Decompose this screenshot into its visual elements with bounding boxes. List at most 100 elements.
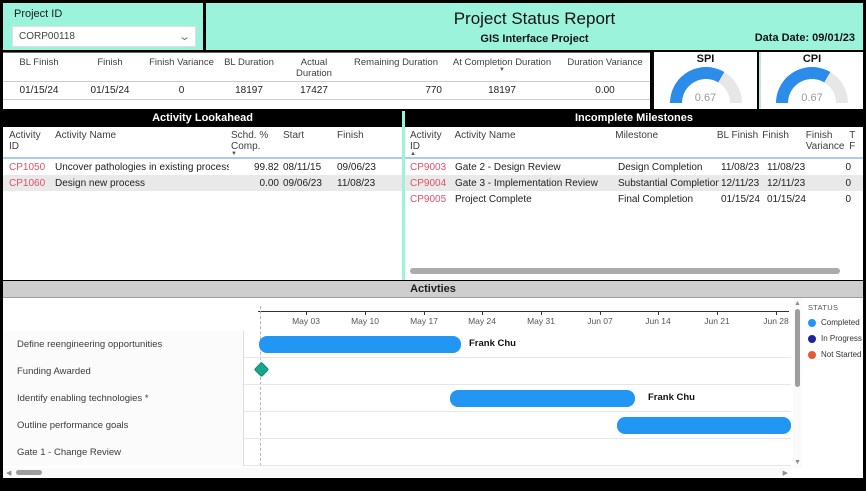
gantt-row: Identify enabling technologies * Frank C… <box>3 385 791 412</box>
horizontal-scroll-thumb[interactable] <box>16 470 42 475</box>
task-name[interactable]: Gate 1 - Change Review <box>3 439 244 466</box>
task-name[interactable]: Identify enabling technologies * <box>3 385 244 412</box>
summary-value-row: 01/15/24 01/15/24 0 18197 17427 770 1819… <box>3 82 650 100</box>
activity-id: CP9004 <box>410 177 447 189</box>
lookahead-col-start[interactable]: Start <box>281 130 335 141</box>
table-row[interactable]: CP9003 Gate 2 - Design Review Design Com… <box>405 159 863 175</box>
summary-col-finish-variance[interactable]: Finish Variance <box>145 53 218 81</box>
summary-col-finish[interactable]: Finish <box>75 53 145 81</box>
legend-item-in-progress[interactable]: In Progress <box>808 334 863 343</box>
axis-tick <box>424 311 425 315</box>
gantt-vertical-scrollbar[interactable]: ▲ ▼ <box>793 298 802 468</box>
axis-tick-label: May 10 <box>351 316 379 326</box>
scroll-down-icon[interactable]: ▼ <box>793 459 802 466</box>
milestones-horizontal-scrollbar[interactable] <box>410 268 840 274</box>
axis-tick-label: Jun 21 <box>704 316 730 326</box>
milestones-col-finish[interactable]: Finish <box>760 130 803 141</box>
legend-item-completed[interactable]: Completed <box>808 318 863 327</box>
page-title: Project Status Report <box>453 9 616 28</box>
start-date: 09/06/23 <box>283 177 322 189</box>
summary-col-actual-duration[interactable]: Actual Duration <box>280 53 348 81</box>
milestone-type: Substantial Completion <box>618 177 719 189</box>
gantt-bar-completed[interactable] <box>450 390 635 407</box>
activity-name: Design new process <box>55 177 146 189</box>
finish-date: 11/08/23 <box>767 161 806 173</box>
axis-tick <box>658 311 659 315</box>
cpi-gauge-panel: CPI 0.67 <box>759 52 863 109</box>
summary-col-bl-finish[interactable]: BL Finish <box>3 53 75 81</box>
sort-descending-icon: ▼ <box>231 151 237 157</box>
summary-val-finish: 01/15/24 <box>75 82 145 100</box>
gantt-chart-panel: May 03 May 10 May 17 May 24 May 31 Jun 0… <box>3 298 863 478</box>
task-name[interactable]: Define reengineering opportunities <box>3 331 244 358</box>
legend-title: STATUS <box>808 303 839 312</box>
axis-tick <box>482 311 483 315</box>
summary-header-row: BL Finish Finish Finish Variance BL Dura… <box>3 52 650 82</box>
vertical-scroll-thumb[interactable] <box>795 309 800 387</box>
table-row[interactable]: CP1060 Design new process 0.00 09/06/23 … <box>3 175 402 191</box>
axis-tick <box>600 311 601 315</box>
milestones-col-clipped[interactable]: T F <box>847 130 863 152</box>
task-name[interactable]: Outline performance goals <box>3 412 244 439</box>
summary-col-bl-duration[interactable]: BL Duration <box>218 53 280 81</box>
incomplete-milestones-title: Incomplete Milestones <box>405 111 863 127</box>
sort-descending-icon: ▼ <box>499 67 505 73</box>
task-name[interactable]: Funding Awarded <box>3 358 244 385</box>
scroll-right-icon[interactable]: ▶ <box>783 469 788 477</box>
milestone-diamond-icon[interactable] <box>253 361 270 378</box>
lookahead-header-row: Activity ID Activity Name Schd. % Comp. … <box>3 127 402 159</box>
scroll-up-icon[interactable]: ▲ <box>793 300 802 307</box>
lookahead-col-schd-pct-comp[interactable]: Schd. % Comp. ▼ <box>229 130 281 157</box>
gantt-row: Gate 1 - Change Review <box>3 439 791 466</box>
chevron-down-icon[interactable]: ⌄ <box>178 31 191 42</box>
activity-name: Gate 3 - Implementation Review <box>455 177 598 189</box>
axis-tick <box>717 311 718 315</box>
summary-val-duration-variance: 0.00 <box>560 82 650 100</box>
summary-val-remaining-duration: 770 <box>348 82 444 100</box>
bl-finish-date: 12/11/23 <box>721 177 760 189</box>
milestones-header-row: Activity ID ▲ Activity Name Milestone BL… <box>405 127 863 159</box>
schd-pct-comp: 0.00 <box>259 177 279 189</box>
spi-gauge-value: 0.67 <box>694 92 717 104</box>
summary-col-duration-variance[interactable]: Duration Variance <box>560 53 650 81</box>
spi-gauge-title: SPI <box>696 53 715 65</box>
lookahead-col-finish[interactable]: Finish <box>335 130 390 141</box>
gantt-axis-line <box>258 311 789 312</box>
table-row[interactable]: CP1050 Uncover pathologies in existing p… <box>3 159 402 175</box>
spi-gauge: 0.67 <box>669 67 742 104</box>
table-row[interactable]: CP9005 Project Complete Final Completion… <box>405 191 863 207</box>
gantt-horizontal-scrollbar[interactable]: ◀ ▶ <box>3 468 791 477</box>
lookahead-col-activity-name[interactable]: Activity Name <box>53 130 229 141</box>
scroll-left-icon[interactable]: ◀ <box>6 469 11 477</box>
table-row[interactable]: CP9004 Gate 3 - Implementation Review Su… <box>405 175 863 191</box>
assignee-label: Frank Chu <box>648 392 695 403</box>
activity-id: CP1060 <box>9 177 46 189</box>
summary-val-bl-finish: 01/15/24 <box>3 82 75 100</box>
axis-tick-label: May 24 <box>468 316 496 326</box>
milestones-col-finish-variance[interactable]: Finish Variance <box>804 130 847 152</box>
in-progress-dot-icon <box>808 334 816 343</box>
legend-item-not-started[interactable]: Not Started <box>808 350 863 359</box>
summary-val-actual-duration: 17427 <box>280 82 348 100</box>
summary-col-at-completion-duration[interactable]: At Completion Duration ▼ <box>444 53 560 81</box>
assignee-label: Frank Chu <box>469 338 516 349</box>
gantt-bar-completed[interactable] <box>617 417 791 434</box>
bl-finish-date: 11/08/23 <box>721 161 760 173</box>
activity-lookahead-panel: Activity Lookahead Activity ID Activity … <box>3 111 402 280</box>
cpi-gauge-title: CPI <box>802 53 822 65</box>
axis-tick-label: Jun 28 <box>763 316 789 326</box>
cpi-gauge-value: 0.67 <box>801 92 823 104</box>
milestones-col-bl-finish[interactable]: BL Finish <box>715 130 760 141</box>
summary-col-remaining-duration[interactable]: Remaining Duration <box>348 53 444 81</box>
activities-section-title: Activties <box>3 281 863 298</box>
milestones-col-activity-name[interactable]: Activity Name <box>452 130 613 141</box>
activity-name: Gate 2 - Design Review <box>455 161 561 173</box>
start-date: 08/11/15 <box>283 161 322 173</box>
title-banner: Project Status Report GIS Interface Proj… <box>206 3 863 50</box>
project-id-dropdown[interactable]: CORP00118 ⌄ <box>12 26 196 47</box>
milestones-col-activity-id[interactable]: Activity ID ▲ <box>405 130 452 157</box>
gantt-bar-completed[interactable] <box>259 336 461 353</box>
lookahead-col-activity-id[interactable]: Activity ID <box>3 130 53 152</box>
gantt-row: Outline performance goals <box>3 412 791 439</box>
milestones-col-milestone[interactable]: Milestone <box>613 130 715 141</box>
